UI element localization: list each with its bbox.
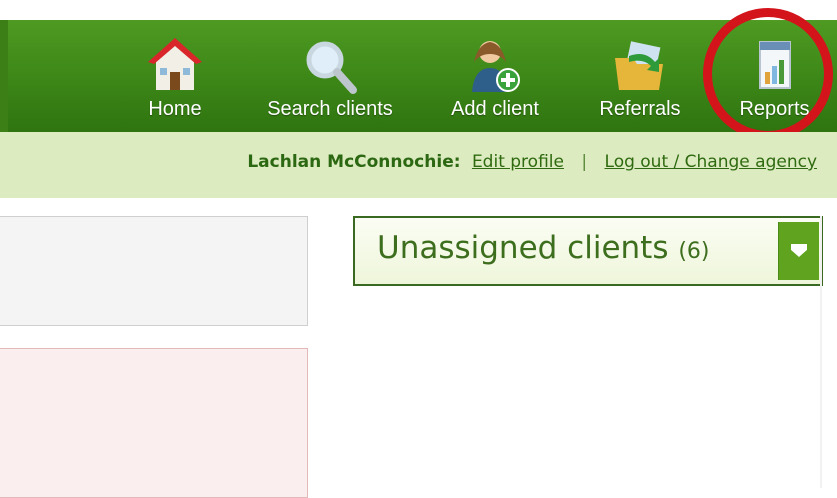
link-separator: |: [581, 152, 588, 172]
nav-left-edge: [0, 20, 8, 132]
widget-count: (6): [678, 239, 710, 264]
nav-home[interactable]: Home: [140, 30, 210, 130]
add-person-icon: [472, 41, 520, 92]
nav-referrals[interactable]: Referrals: [585, 30, 695, 130]
right-divider: [820, 216, 822, 488]
left-panel-alert: [0, 348, 308, 498]
widget-toggle-button[interactable]: [778, 222, 819, 280]
unassigned-clients-widget: Unassigned clients (6): [353, 216, 823, 286]
edit-profile-link[interactable]: Edit profile: [472, 152, 564, 172]
nav-reports-label: Reports: [739, 98, 810, 120]
nav-add-client[interactable]: Add client: [435, 30, 555, 130]
nav-home-label: Home: [148, 98, 202, 120]
user-name: Lachlan McConnochie:: [247, 152, 461, 172]
nav-add-client-label: Add client: [451, 98, 539, 120]
user-links: Lachlan McConnochie: Edit profile | Log …: [247, 152, 823, 172]
report-chart-icon: [758, 41, 791, 89]
user-bar: Lachlan McConnochie: Edit profile | Log …: [0, 132, 837, 198]
nav-search-clients[interactable]: Search clients: [250, 30, 410, 130]
widget-title: Unassigned clients (6): [377, 230, 710, 266]
chevron-down-icon: [791, 244, 807, 257]
logout-link[interactable]: Log out / Change agency: [605, 152, 817, 172]
nav-search-clients-label: Search clients: [267, 98, 393, 120]
magnifier-icon: [306, 41, 357, 94]
nav-referrals-label: Referrals: [599, 98, 681, 120]
left-panel-top: [0, 216, 308, 326]
widget-title-text: Unassigned clients: [377, 230, 669, 266]
nav-reports[interactable]: Reports: [722, 30, 827, 130]
folder-arrow-icon: [615, 41, 663, 90]
house-icon: [148, 38, 202, 90]
top-navigation-bar: Home Search clients Add client Referrals: [0, 20, 837, 132]
